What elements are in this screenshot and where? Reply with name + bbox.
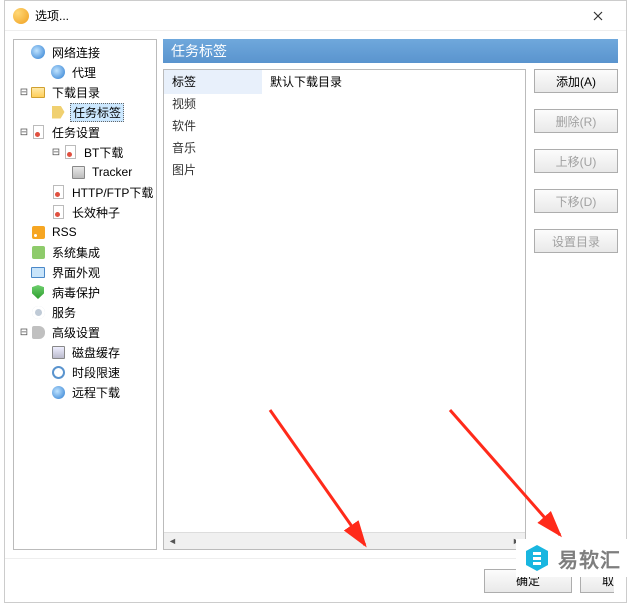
delete-button[interactable]: 删除(R): [534, 109, 618, 133]
options-dialog: 选项... 网络连接代理⊟下载目录任务标签⊟任务设置⊟BT下载TrackerHT…: [4, 0, 627, 603]
horizontal-scrollbar[interactable]: ◄ ►: [164, 532, 525, 549]
shield-icon: [30, 284, 46, 300]
tree-item-label: 任务设置: [50, 123, 102, 142]
tree-item-label: 病毒保护: [50, 283, 102, 302]
add-button[interactable]: 添加(A): [534, 69, 618, 93]
tree-item-label: 界面外观: [50, 263, 102, 282]
tree-item-label: 磁盘缓存: [70, 343, 122, 362]
tree-item-5[interactable]: ⊟ BT下载: [14, 142, 156, 162]
folder-open-icon: [30, 84, 46, 100]
tree-item-label: Tracker: [90, 164, 134, 180]
cell-dir: [262, 99, 525, 107]
list-row[interactable]: 视频: [164, 92, 525, 114]
logo-text: 易软汇: [558, 544, 621, 573]
right-panel: 任务标签 标签默认下载目录视频软件音乐图片 ◄ ► 添加(A) 删除(R) 上移…: [163, 39, 618, 550]
label-list[interactable]: 标签默认下载目录视频软件音乐图片 ◄ ►: [163, 69, 526, 550]
tree-item-label: 高级设置: [50, 323, 102, 342]
page-red-icon: [62, 144, 78, 160]
wrench-icon: [30, 324, 46, 340]
moveup-button[interactable]: 上移(U): [534, 149, 618, 173]
tree-spacer: [18, 46, 30, 58]
tree-item-13[interactable]: 服务: [14, 302, 156, 322]
close-button[interactable]: [578, 1, 618, 31]
tree-item-11[interactable]: 界面外观: [14, 262, 156, 282]
disk-icon: [50, 344, 66, 360]
tree-item-12[interactable]: 病毒保护: [14, 282, 156, 302]
setdir-button[interactable]: 设置目录: [534, 229, 618, 253]
dialog-content: 网络连接代理⊟下载目录任务标签⊟任务设置⊟BT下载TrackerHTTP/FTP…: [5, 31, 626, 558]
remote-icon: [50, 384, 66, 400]
tree-item-label: HTTP/FTP下载: [70, 183, 155, 202]
tree-item-label: 远程下载: [70, 383, 122, 402]
collapse-icon[interactable]: ⊟: [18, 126, 30, 138]
tree-item-label: 网络连接: [50, 43, 102, 62]
tree-item-1[interactable]: 代理: [14, 62, 156, 82]
list-row[interactable]: 软件: [164, 114, 525, 136]
tree-item-8[interactable]: 长效种子: [14, 202, 156, 222]
gear-icon: [30, 304, 46, 320]
list-row[interactable]: 图片: [164, 158, 525, 180]
tree-item-label: RSS: [50, 224, 79, 240]
tree-item-16[interactable]: 时段限速: [14, 362, 156, 382]
monitor-icon: [30, 264, 46, 280]
tree-item-label: BT下载: [82, 143, 125, 162]
server-icon: [70, 164, 86, 180]
scroll-left-button[interactable]: ◄: [164, 533, 181, 550]
page-red-icon: [50, 204, 66, 220]
tree-item-3[interactable]: 任务标签: [14, 102, 156, 122]
tree-spacer: [18, 306, 30, 318]
cell-dir: [262, 165, 525, 173]
close-icon: [593, 11, 603, 21]
cell-dir: [262, 121, 525, 129]
tree-item-label: 长效种子: [70, 203, 122, 222]
tree-item-9[interactable]: RSS: [14, 222, 156, 242]
tag-icon: [50, 104, 66, 120]
cell-label: 图片: [164, 157, 262, 182]
col-dir: 默认下载目录: [262, 70, 525, 94]
tree-item-10[interactable]: 系统集成: [14, 242, 156, 262]
logo-icon: [522, 543, 552, 573]
watermark-logo: 易软汇: [516, 539, 627, 577]
tree-item-label: 任务标签: [70, 103, 124, 122]
list-header-row: 标签默认下载目录: [164, 70, 525, 92]
list-content: 标签默认下载目录视频软件音乐图片: [164, 70, 525, 532]
section-header: 任务标签: [163, 39, 618, 63]
page-red-icon: [30, 124, 46, 140]
titlebar: 选项...: [5, 1, 626, 31]
tree-item-17[interactable]: 远程下载: [14, 382, 156, 402]
tree-spacer: [18, 286, 30, 298]
tree-item-label: 时段限速: [70, 363, 122, 382]
tree-item-2[interactable]: ⊟ 下载目录: [14, 82, 156, 102]
tree-item-0[interactable]: 网络连接: [14, 42, 156, 62]
tree-item-7[interactable]: HTTP/FTP下载: [14, 182, 156, 202]
puzzle-icon: [30, 244, 46, 260]
settings-tree[interactable]: 网络连接代理 ⊟ 下载目录任务标签 ⊟ 任务设置 ⊟ BT下载 Tracker HTTP/FTP…: [13, 39, 157, 550]
collapse-icon[interactable]: ⊟: [18, 86, 30, 98]
collapse-icon[interactable]: ⊟: [18, 326, 30, 338]
tree-item-4[interactable]: ⊟ 任务设置: [14, 122, 156, 142]
page-red-icon: [50, 184, 66, 200]
cell-dir: [262, 143, 525, 151]
main-area: 标签默认下载目录视频软件音乐图片 ◄ ► 添加(A) 删除(R) 上移(U) 下…: [163, 69, 618, 550]
tree-spacer: [18, 226, 30, 238]
tree-item-6[interactable]: Tracker: [14, 162, 156, 182]
list-row[interactable]: 音乐: [164, 136, 525, 158]
clock-icon: [50, 364, 66, 380]
tree-item-15[interactable]: 磁盘缓存: [14, 342, 156, 362]
movedown-button[interactable]: 下移(D): [534, 189, 618, 213]
tree-item-label: 下载目录: [50, 83, 102, 102]
tree-item-label: 服务: [50, 303, 78, 322]
tree-item-label: 代理: [70, 63, 98, 82]
globe-icon: [50, 64, 66, 80]
tree-item-label: 系统集成: [50, 243, 102, 262]
window-title: 选项...: [35, 7, 578, 24]
tree-item-14[interactable]: ⊟ 高级设置: [14, 322, 156, 342]
app-icon: [13, 8, 29, 24]
rss-icon: [30, 224, 46, 240]
collapse-icon[interactable]: ⊟: [50, 146, 62, 158]
tree-spacer: [18, 246, 30, 258]
tree-spacer: [18, 266, 30, 278]
globe-icon: [30, 44, 46, 60]
button-column: 添加(A) 删除(R) 上移(U) 下移(D) 设置目录: [534, 69, 618, 550]
